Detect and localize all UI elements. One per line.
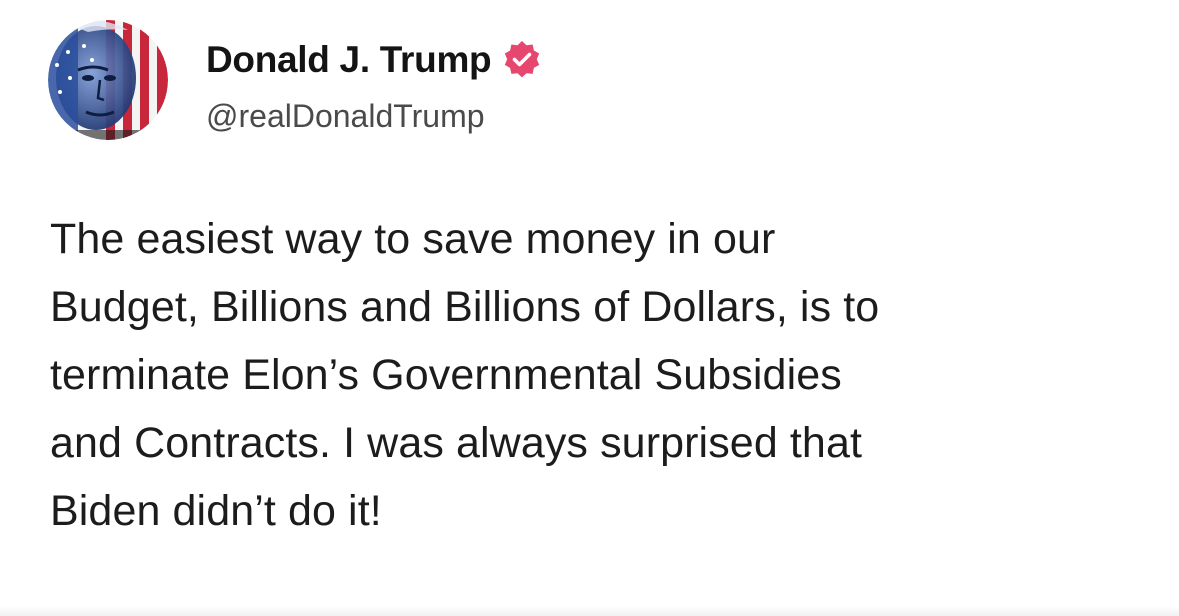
verified-badge-icon (501, 39, 543, 81)
author-name-row: Donald J. Trump (206, 38, 543, 82)
author-name[interactable]: Donald J. Trump (206, 39, 492, 81)
author-handle[interactable]: @realDonaldTrump (206, 98, 485, 135)
post-card: Donald J. Trump @realDonaldTrump The eas… (0, 0, 1179, 616)
post-body-text: The easiest way to save money in our Bud… (50, 215, 880, 535)
post-bottom-divider (0, 606, 1179, 616)
avatar[interactable] (48, 20, 168, 140)
avatar-image (48, 20, 168, 140)
